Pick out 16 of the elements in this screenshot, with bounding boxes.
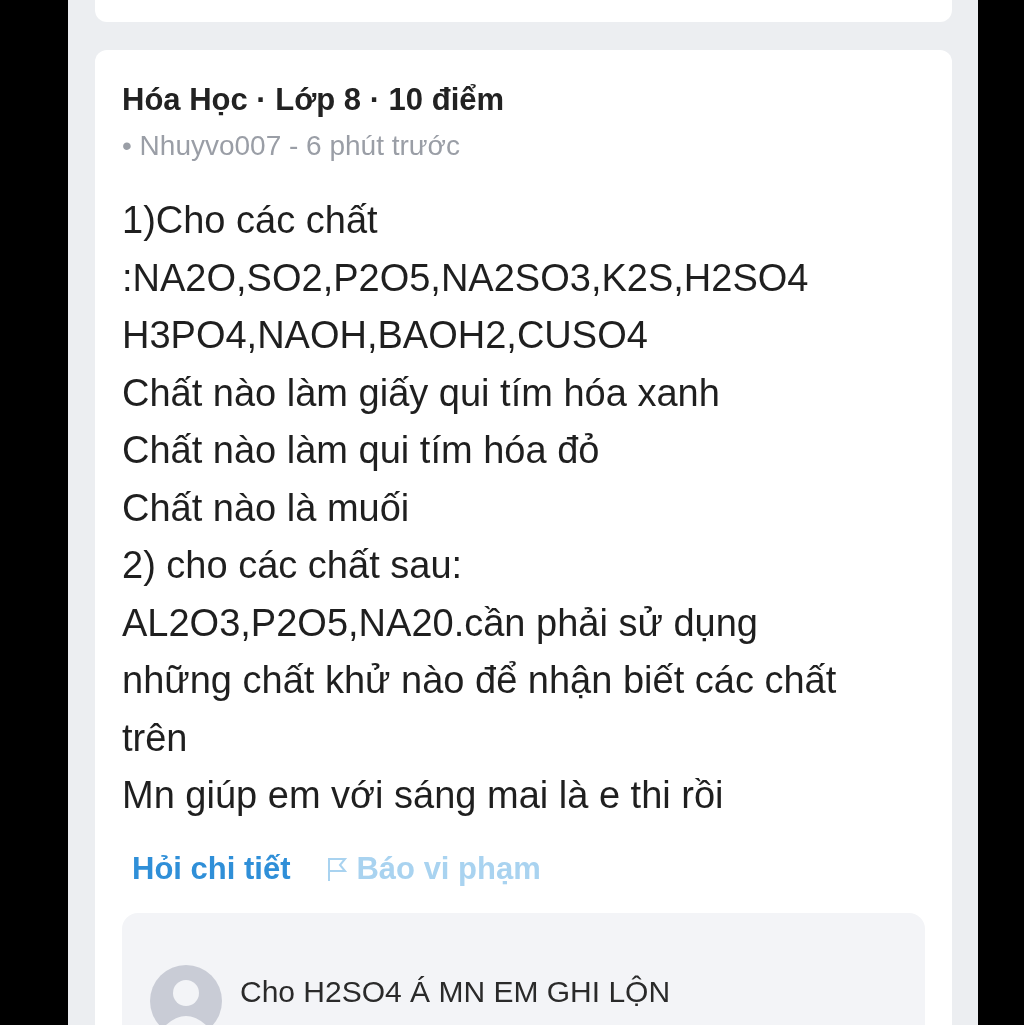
question-text-line: 1)Cho các chất: [122, 198, 379, 243]
question-text-line: Chất nào làm qui tím hóa đỏ: [122, 428, 601, 473]
question-text-line: Chất nào là muối: [122, 485, 411, 531]
comment-text: Cho H2SO4 Á MN EM GHI LỘN: [240, 974, 671, 1009]
question-text-line: :NA2O,SO2,P2O5,NA2SO3,K2S,H2SO4: [122, 255, 810, 301]
question-text-line: 2) cho các chất sau:: [122, 543, 464, 588]
question-heading: Hóa Học · Lớp 8 · 10 điểm: [122, 82, 506, 118]
question-text-line: trên: [122, 715, 189, 761]
question-text-line: Mn giúp em với sáng mai là e thi rồi: [122, 773, 725, 818]
question-text-line: Chất nào làm giấy qui tím hóa xanh: [122, 370, 721, 416]
question-text-line: H3PO4,NAOH,BAOH2,CUSO4: [122, 313, 649, 358]
ask-detail-link[interactable]: Hỏi chi tiết: [132, 850, 291, 887]
question-text-line: những chất khử nào để nhận biết các chất: [122, 658, 838, 703]
question-text-line: AL2O3,P2O5,NA20.cần phải sử dụng: [122, 600, 759, 646]
flag-icon: [326, 855, 349, 882]
author-time: • Nhuyvo007 - 6 phút trước: [122, 130, 461, 162]
